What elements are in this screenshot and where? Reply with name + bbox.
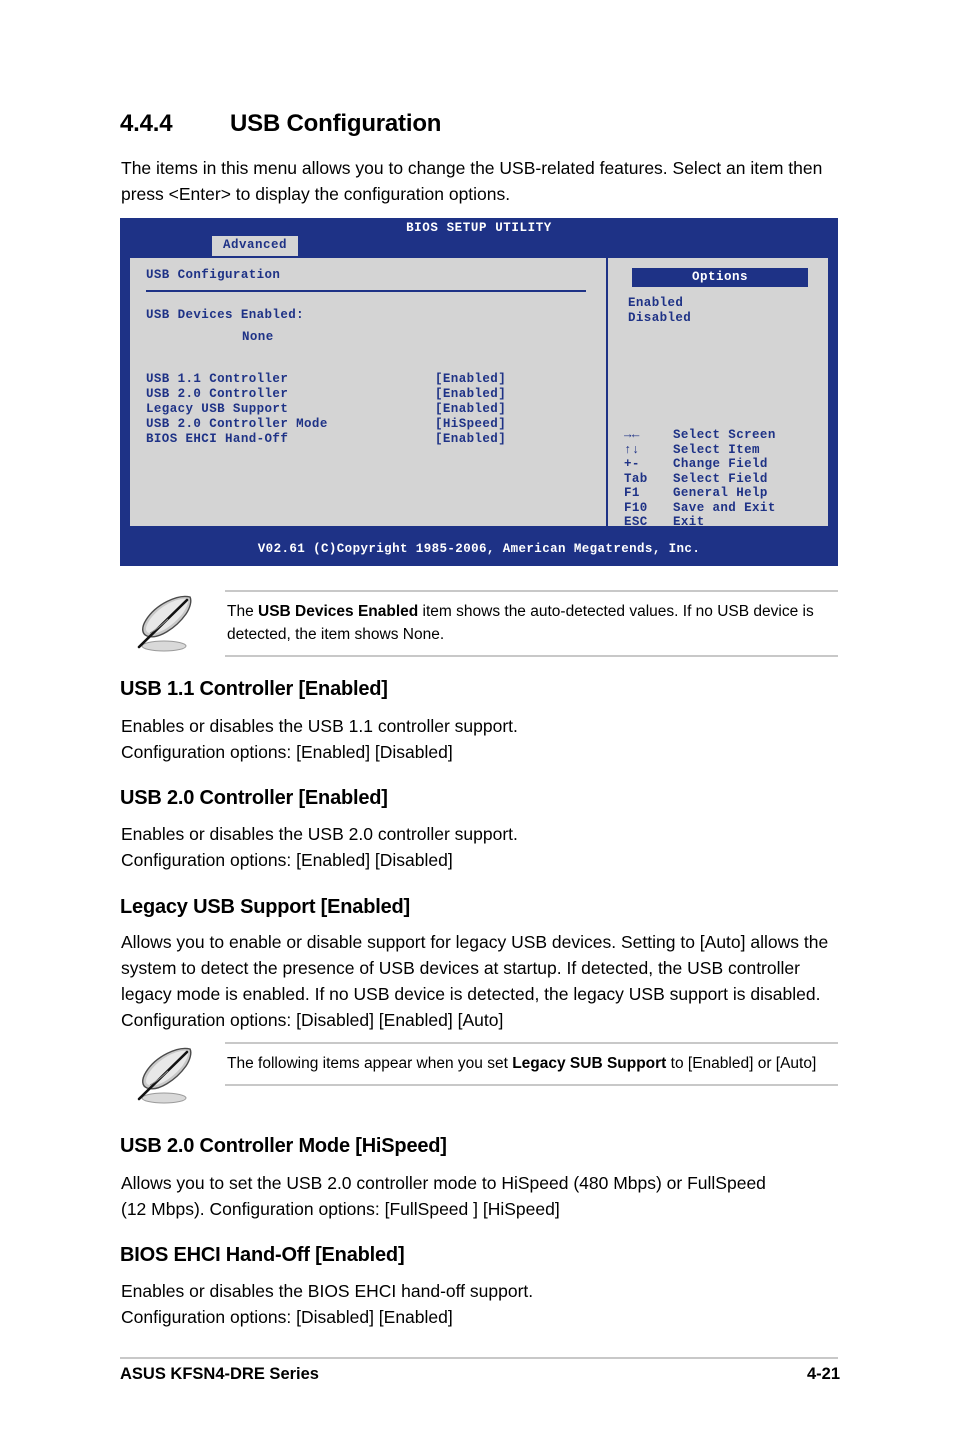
note-body: The USB Devices Enabled item shows the a… — [225, 590, 838, 657]
desc-line: Enables or disables the USB 1.1 controll… — [121, 716, 518, 736]
note-body: The following items appear when you set … — [225, 1042, 838, 1086]
nav-help-row: ESC Exit — [624, 515, 824, 530]
nav-help-row: +- Change Field — [624, 457, 824, 472]
bios-setting-value: [HiSpeed] — [435, 417, 507, 431]
option-item[interactable]: Disabled — [628, 311, 691, 326]
bios-setup-screenshot: BIOS SETUP UTILITY Advanced USB Configur… — [120, 218, 838, 566]
bios-settings-list: USB 1.1 Controller [Enabled] USB 2.0 Con… — [146, 372, 586, 447]
nav-help-desc: Save and Exit — [673, 500, 776, 515]
esc-key-label: ESC — [624, 515, 648, 529]
nav-help-desc: Exit — [673, 515, 705, 529]
nav-help-desc: General Help — [673, 486, 768, 500]
bios-divider — [146, 290, 586, 292]
note-bottom-rule — [225, 655, 838, 657]
bios-utility-title: BIOS SETUP UTILITY — [406, 221, 552, 235]
bios-setting-label: USB 2.0 Controller Mode — [146, 417, 328, 431]
note-text-before: The — [227, 603, 259, 620]
nav-help-row: →← Select Screen — [624, 428, 824, 443]
heading-bios-ehci-handoff: BIOS EHCI Hand-Off [Enabled] — [120, 1244, 405, 1266]
bios-setting-label: BIOS EHCI Hand-Off — [146, 432, 289, 446]
heading-usb20-controller-mode: USB 2.0 Controller Mode [HiSpeed] — [120, 1135, 447, 1157]
quill-pen-icon — [128, 592, 202, 654]
f1-key-label: F1 — [624, 486, 640, 500]
heading-legacy-usb-support: Legacy USB Support [Enabled] — [120, 896, 410, 918]
bios-setting-row[interactable]: BIOS EHCI Hand-Off [Enabled] — [146, 432, 586, 447]
desc-line: Enables or disables the USB 2.0 controll… — [121, 824, 518, 844]
desc-bios-ehci-handoff: Enables or disables the BIOS EHCI hand-o… — [121, 1278, 837, 1330]
note-text-before: The following items appear when you set — [227, 1055, 513, 1072]
heading-usb20-controller: USB 2.0 Controller [Enabled] — [120, 787, 388, 809]
desc-line: Enables or disables the BIOS EHCI hand-o… — [121, 1281, 534, 1301]
bios-copyright-footer: V02.61 (C)Copyright 1985-2006, American … — [257, 542, 701, 556]
bios-setting-label: Legacy USB Support — [146, 402, 289, 416]
desc-usb20-controller: Enables or disables the USB 2.0 controll… — [121, 821, 837, 873]
f10-key-label: F10 — [624, 500, 648, 515]
note-box-usb-devices: The USB Devices Enabled item shows the a… — [120, 590, 838, 664]
nav-help-desc: Change Field — [673, 457, 768, 471]
document-page: 4.4.4 USB Configuration The items in this… — [0, 0, 954, 1438]
section-title: USB Configuration — [230, 110, 442, 137]
bios-setting-label: USB 2.0 Controller — [146, 387, 289, 401]
bios-setting-row[interactable]: USB 2.0 Controller [Enabled] — [146, 387, 586, 402]
bios-setting-row[interactable]: USB 1.1 Controller [Enabled] — [146, 372, 586, 387]
footer-product-name: ASUS KFSN4-DRE Series — [120, 1365, 319, 1383]
page-title: 4.4.4 USB Configuration — [120, 110, 860, 138]
bios-options-pane: Options Enabled Disabled →← Select Scree… — [610, 258, 828, 529]
heading-usb11-controller: USB 1.1 Controller [Enabled] — [120, 678, 388, 700]
desc-legacy-usb-support: Allows you to enable or disable support … — [121, 932, 829, 1030]
bios-main-pane: USB Configuration USB Devices Enabled: N… — [130, 258, 608, 526]
footer-divider — [120, 1357, 838, 1359]
bios-setting-value: [Enabled] — [435, 387, 507, 401]
up-down-arrow-icon: ↑↓ — [624, 442, 640, 457]
note-text: The USB Devices Enabled item shows the a… — [225, 592, 838, 655]
desc-line: Configuration options: [Enabled] [Disabl… — [121, 742, 453, 762]
section-number: 4.4.4 — [120, 110, 173, 137]
nav-help-row: Tab Select Field — [624, 472, 824, 487]
bios-setting-value: [Enabled] — [435, 432, 507, 446]
bios-setting-label: USB 1.1 Controller — [146, 372, 289, 386]
nav-help-row: F1 General Help — [624, 486, 824, 501]
bios-content-area: USB Configuration USB Devices Enabled: N… — [128, 256, 830, 529]
note-text-emphasis: Legacy SUB Support — [512, 1055, 667, 1072]
option-item[interactable]: Enabled — [628, 296, 691, 311]
nav-help-desc: Select Screen — [673, 428, 776, 442]
nav-help-desc: Select Field — [673, 471, 768, 486]
bios-section-heading: USB Configuration — [146, 268, 281, 282]
bios-titlebar: BIOS SETUP UTILITY Advanced — [120, 218, 838, 256]
desc-usb20-controller-mode: Allows you to set the USB 2.0 controller… — [121, 1173, 766, 1219]
bios-setting-row[interactable]: Legacy USB Support [Enabled] — [146, 402, 586, 417]
quill-pen-icon — [128, 1044, 202, 1106]
nav-help-row: ↑↓ Select Item — [624, 443, 824, 458]
note-text-emphasis: USB Devices Enabled — [258, 603, 419, 620]
nav-help-desc: Select Item — [673, 442, 760, 457]
left-right-arrow-icon: →← — [624, 428, 640, 442]
bios-tab-advanced[interactable]: Advanced — [212, 236, 299, 256]
bios-setting-row[interactable]: USB 2.0 Controller Mode [HiSpeed] — [146, 417, 586, 432]
usb-devices-enabled-value: None — [242, 330, 274, 344]
usb-devices-enabled-label: USB Devices Enabled: — [146, 308, 305, 322]
note-text-after: to [Enabled] or [Auto] — [666, 1055, 817, 1072]
footer-page-number: 4-21 — [806, 1365, 840, 1383]
desc-usb11-controller: Enables or disables the USB 1.1 controll… — [121, 713, 837, 765]
options-list: Enabled Disabled — [628, 296, 691, 326]
nav-help-row: F10 Save and Exit — [624, 501, 824, 516]
options-header: Options — [632, 268, 808, 287]
note-text: The following items appear when you set … — [225, 1044, 838, 1084]
desc-line: Configuration options: [Enabled] [Disabl… — [121, 850, 453, 870]
plus-minus-key-icon: +- — [624, 457, 640, 471]
desc-line: Configuration options: [Disabled] [Enabl… — [121, 1307, 453, 1327]
note-box-legacy-support: The following items appear when you set … — [120, 1042, 838, 1124]
bios-setting-value: [Enabled] — [435, 372, 507, 386]
note-bottom-rule — [225, 1084, 838, 1086]
tab-key-label: Tab — [624, 471, 648, 486]
intro-paragraph: The items in this menu allows you to cha… — [121, 158, 823, 204]
bios-navigation-help: →← Select Screen ↑↓ Select Item +- Chang… — [624, 428, 824, 530]
bios-setting-value: [Enabled] — [435, 402, 507, 416]
